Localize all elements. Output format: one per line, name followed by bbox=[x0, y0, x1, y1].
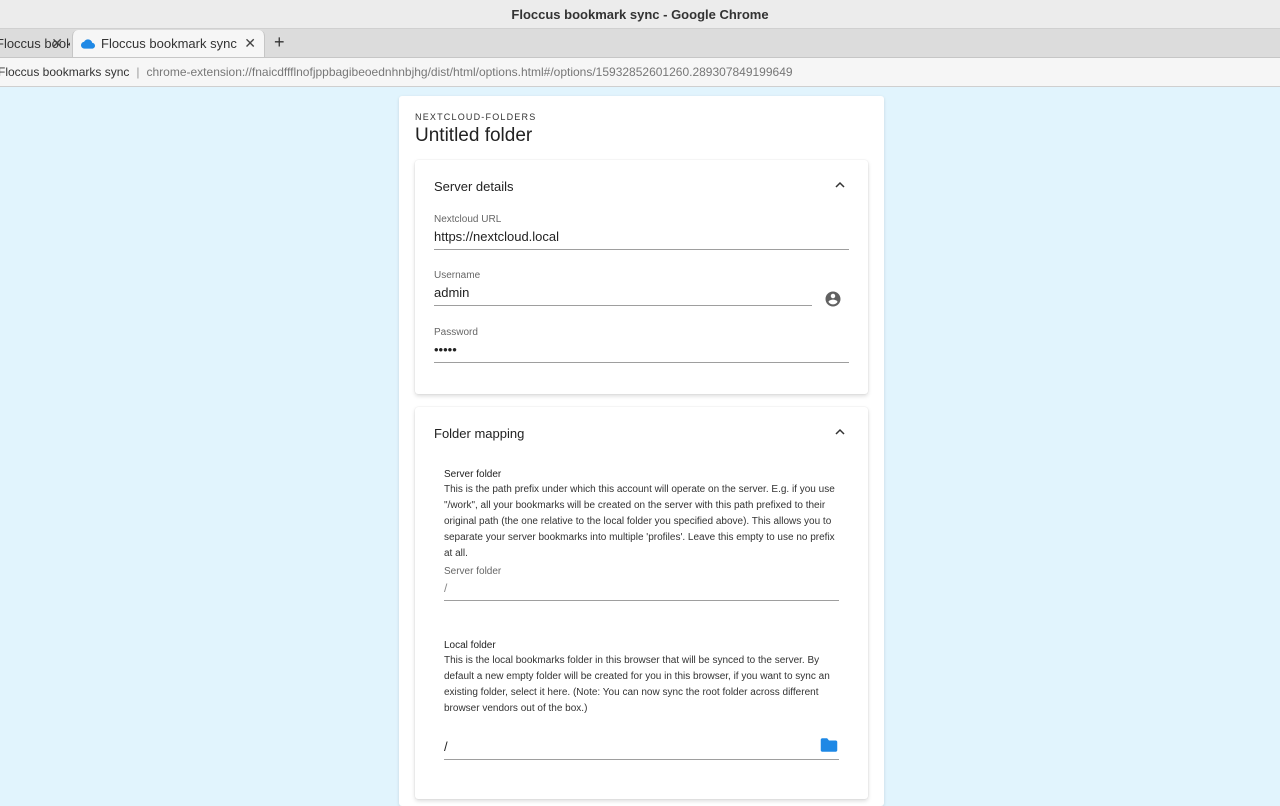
cloud-icon bbox=[81, 38, 95, 49]
username-label: Username bbox=[434, 270, 481, 281]
chevron-up-icon[interactable] bbox=[834, 179, 846, 191]
server-folder-input[interactable]: / bbox=[444, 581, 839, 601]
tab-floccus-bookmarks[interactable]: Floccus bookmarks sync ✕ bbox=[0, 30, 70, 57]
folder-icon[interactable] bbox=[820, 737, 838, 753]
close-icon[interactable]: ✕ bbox=[244, 35, 256, 52]
nextcloud-url-input[interactable]: https://nextcloud.local bbox=[434, 229, 849, 250]
server-folder-title: Server folder bbox=[444, 469, 502, 480]
chevron-up-icon[interactable] bbox=[834, 426, 846, 438]
local-folder-field[interactable]: / bbox=[444, 735, 839, 760]
username-field[interactable]: Username admin bbox=[434, 270, 812, 306]
window-title: Floccus bookmark sync - Google Chrome bbox=[511, 6, 769, 22]
server-folder-description: This is the path prefix under which this… bbox=[444, 484, 835, 559]
folder-mapping-panel: Folder mapping Server folder This is the… bbox=[415, 407, 868, 799]
close-icon[interactable]: ✕ bbox=[51, 35, 63, 52]
local-folder-title: Local folder bbox=[444, 640, 496, 651]
account-options-card: NEXTCLOUD-FOLDERS Untitled folder Server… bbox=[399, 96, 884, 806]
account-type-label: NEXTCLOUD-FOLDERS bbox=[415, 112, 537, 122]
password-input[interactable]: ••••• bbox=[434, 342, 849, 363]
nextcloud-url-field[interactable]: Nextcloud URL https://nextcloud.local bbox=[434, 214, 849, 250]
server-folder-field[interactable]: Server folder / bbox=[444, 566, 839, 601]
server-details-header[interactable]: Server details bbox=[434, 179, 513, 194]
local-folder-description: This is the local bookmarks folder in th… bbox=[444, 655, 830, 714]
window-titlebar: Floccus bookmark sync - Google Chrome bbox=[0, 0, 1280, 29]
username-input[interactable]: admin bbox=[434, 285, 812, 306]
new-tab-button[interactable]: + bbox=[274, 33, 285, 51]
server-folder-label: Server folder bbox=[444, 566, 502, 577]
tab-title: Floccus bookmark sync bbox=[101, 36, 237, 51]
nextcloud-url-label: Nextcloud URL bbox=[434, 214, 502, 225]
server-details-panel: Server details Nextcloud URL https://nex… bbox=[415, 160, 868, 394]
local-folder-input[interactable]: / bbox=[444, 739, 839, 760]
address-bar[interactable]: Floccus bookmarks sync | chrome-extensio… bbox=[0, 58, 1280, 87]
tab-strip: Floccus bookmarks sync ✕ Floccus bookmar… bbox=[0, 29, 1280, 58]
account-title: Untitled folder bbox=[415, 125, 533, 146]
separator: | bbox=[136, 65, 140, 79]
password-field[interactable]: Password ••••• bbox=[434, 327, 849, 363]
tab-floccus-bookmark-sync[interactable]: Floccus bookmark sync ✕ bbox=[72, 30, 265, 57]
url-text[interactable]: chrome-extension://fnaicdffflnofjppbagib… bbox=[147, 65, 793, 79]
site-name: Floccus bookmarks sync bbox=[0, 65, 130, 79]
password-label: Password bbox=[434, 327, 478, 338]
server-folder-section: Server folder This is the path prefix un… bbox=[444, 469, 839, 562]
local-folder-section: Local folder This is the local bookmarks… bbox=[444, 640, 839, 717]
folder-mapping-header[interactable]: Folder mapping bbox=[434, 426, 524, 441]
account-circle-icon[interactable] bbox=[824, 290, 842, 308]
